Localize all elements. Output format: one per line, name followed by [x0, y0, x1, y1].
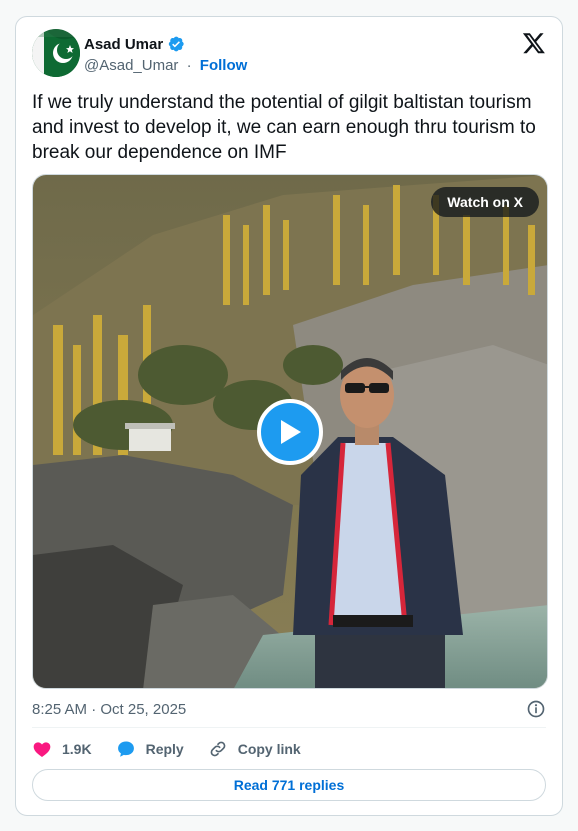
tweet-card: Asad Umar @Asad_Umar · Follow If we trul…: [15, 16, 563, 816]
author-name[interactable]: Asad Umar: [84, 36, 163, 53]
like-count: 1.9K: [62, 741, 92, 757]
video-player[interactable]: Watch on X: [32, 174, 548, 689]
avatar[interactable]: [32, 29, 80, 77]
play-button[interactable]: [257, 399, 323, 465]
author-handle[interactable]: @Asad_Umar: [84, 57, 178, 74]
verified-badge-icon: [169, 36, 184, 52]
watch-on-x-button[interactable]: Watch on X: [431, 187, 539, 217]
follow-button[interactable]: Follow: [200, 57, 248, 74]
author-handle-row: @Asad_Umar · Follow: [84, 57, 247, 74]
separator-dot: ·: [186, 57, 192, 74]
like-button[interactable]: 1.9K: [32, 739, 92, 759]
tweet-text: If we truly understand the potential of …: [32, 92, 536, 163]
reply-bubble-icon: [117, 741, 134, 757]
reply-label: Reply: [145, 741, 184, 757]
read-replies-button[interactable]: Read 771 replies: [32, 769, 546, 801]
action-bar: 1.9K Reply Copy link: [32, 739, 301, 759]
copy-link-label: Copy link: [237, 741, 301, 757]
divider: [32, 727, 546, 728]
x-logo-icon[interactable]: [522, 31, 546, 55]
copy-link-button[interactable]: Copy link: [208, 739, 301, 759]
play-icon: [281, 420, 301, 444]
link-icon: [210, 741, 226, 757]
tweet-timestamp[interactable]: 8:25 AM · Oct 25, 2025: [32, 701, 186, 718]
author-display-name-row: Asad Umar: [84, 35, 185, 53]
reply-button[interactable]: Reply: [116, 739, 184, 759]
info-icon[interactable]: [526, 699, 546, 719]
heart-icon: [33, 742, 51, 757]
pakistan-flag-avatar: [32, 29, 80, 77]
